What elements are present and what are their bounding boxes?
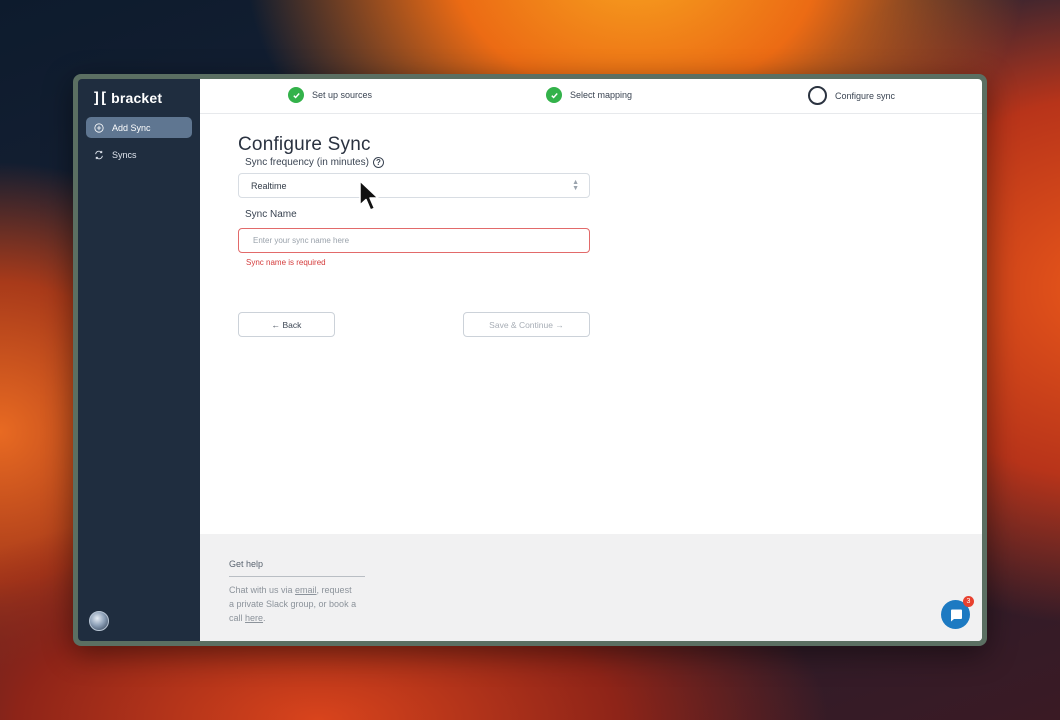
logo-mark: ][ <box>92 89 108 107</box>
form-actions: ← Back Save & Continue → <box>238 312 590 337</box>
frequency-select[interactable]: Realtime ▲ ▼ <box>238 173 590 198</box>
logo-text: bracket <box>111 90 163 106</box>
page-title: Configure Sync <box>238 134 371 155</box>
mouse-pointer-icon <box>359 180 379 211</box>
frequency-label-text: Sync frequency (in minutes) <box>245 157 369 168</box>
question-icon[interactable]: ? <box>372 157 384 168</box>
help-footer: Get help Chat with us via email, request… <box>200 534 982 641</box>
sync-name-label: Sync Name <box>245 209 297 220</box>
main-content: Set up sources Select mapping Configure … <box>200 79 982 641</box>
sidebar: ][ bracket Add Sync Syncs <box>78 79 200 641</box>
step-label: Configure sync <box>835 90 896 101</box>
step-label: Set up sources <box>312 90 373 100</box>
email-link[interactable]: email <box>295 585 317 595</box>
sync-name-input[interactable] <box>238 228 590 253</box>
help-text-part: . <box>263 613 266 623</box>
configure-sync-form: Configure Sync Sync frequency (in minute… <box>238 134 590 337</box>
step-select-mapping[interactable]: Select mapping <box>546 87 632 103</box>
step-configure-sync[interactable]: Configure sync <box>808 86 895 105</box>
step-set-up-sources[interactable]: Set up sources <box>288 87 372 103</box>
chevron-up-down-icon: ▲ ▼ <box>572 178 579 192</box>
logo[interactable]: ][ bracket <box>78 79 200 107</box>
chat-launcher-button[interactable]: 3 <box>941 596 974 629</box>
sync-name-error: Sync name is required <box>246 258 326 267</box>
sidebar-item-add-sync[interactable]: Add Sync <box>86 117 192 138</box>
sidebar-item-label: Add Sync <box>112 122 151 133</box>
book-call-link[interactable]: here <box>245 613 263 623</box>
check-icon <box>288 87 304 103</box>
plus-circle-icon <box>94 122 104 133</box>
back-button[interactable]: ← Back <box>238 312 335 337</box>
step-label: Select mapping <box>570 90 633 100</box>
refresh-icon <box>95 150 103 159</box>
help-text: Chat with us via email, request a privat… <box>229 583 359 625</box>
avatar[interactable] <box>89 611 109 631</box>
app-frame: ][ bracket Add Sync Syncs Set up sources… <box>78 79 982 641</box>
check-icon <box>546 87 562 103</box>
save-continue-button[interactable]: Save & Continue → <box>463 312 590 337</box>
chat-icon <box>950 609 962 621</box>
help-text-part: Chat with us via <box>229 585 296 595</box>
current-step-circle-icon <box>808 86 827 105</box>
sidebar-item-label: Syncs <box>112 149 137 160</box>
notification-badge: 3 <box>963 596 974 607</box>
help-title: Get help <box>229 559 264 569</box>
app-window: ][ bracket Add Sync Syncs Set up sources… <box>73 74 987 646</box>
frequency-label: Sync frequency (in minutes) ? <box>245 157 590 168</box>
divider <box>229 576 365 577</box>
sidebar-item-syncs[interactable]: Syncs <box>86 144 192 165</box>
sidebar-nav: Add Sync Syncs <box>78 117 200 165</box>
frequency-select-value: Realtime <box>251 180 287 191</box>
stepper: Set up sources Select mapping Configure … <box>200 79 982 114</box>
